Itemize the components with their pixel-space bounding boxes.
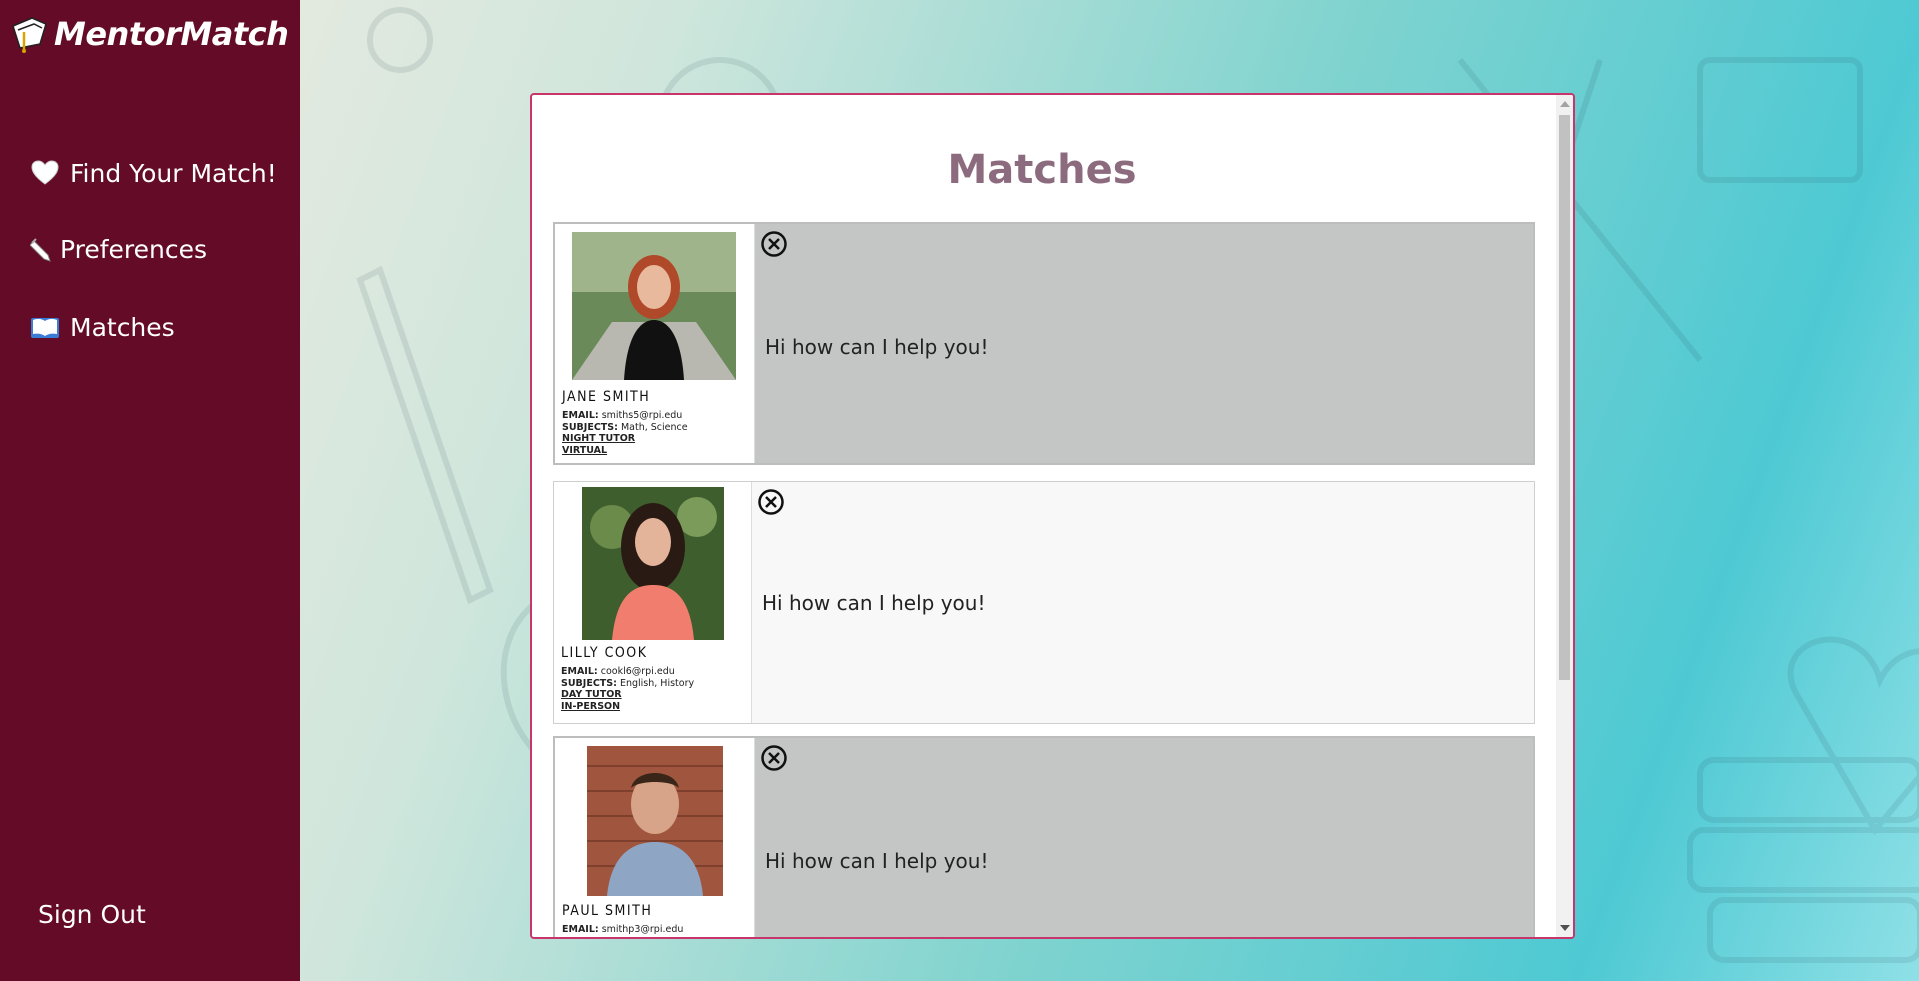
profile-card: PAUL SMITH EMAIL: smithp3@rpi.edu [555,738,755,937]
sign-out-button[interactable]: Sign Out [38,900,146,929]
remove-match-icon[interactable] [760,230,788,258]
profile-card: LILLY COOK EMAIL: cookl6@rpi.edu SUBJECT… [554,482,752,723]
match-message: Hi how can I help you! [762,591,986,615]
tutor-time: DAY TUTOR [561,689,622,700]
email-label: EMAIL: [562,410,599,421]
mentor-name: LILLY COOK [561,645,648,661]
mentor-info: EMAIL: smiths5@rpi.edu SUBJECTS: Math, S… [562,410,688,456]
match-message: Hi how can I help you! [765,335,989,359]
tutor-time: NIGHT TUTOR [562,433,636,444]
app-logo[interactable]: MentorMatch [10,14,289,54]
nav-label-find-your-match: Find Your Match! [70,158,277,188]
profile-photo [587,746,723,896]
page-title: Matches [947,147,1137,193]
matches-panel: Matches JANE SMITH EMAIL: smiths5@rpi.ed… [530,93,1575,939]
scroll-thumb[interactable] [1559,115,1570,680]
mentor-name: PAUL SMITH [562,903,653,919]
tutor-mode: VIRTUAL [562,444,608,456]
pencil-icon [30,237,51,262]
sidebar: MentorMatch Find Your Match! Preferences… [0,0,300,981]
mentor-subjects: Math, Science [620,421,688,433]
app-name: MentorMatch [54,15,289,53]
mentor-email: smithp3@rpi.edu [601,924,684,935]
heart-icon [31,160,59,185]
nav-label-matches: Matches [70,312,175,342]
mentor-name: JANE SMITH [562,389,651,405]
scrollbar[interactable] [1556,95,1573,937]
mentor-subjects: English, History [619,677,695,689]
mentor-email: cookl6@rpi.edu [600,666,675,677]
profile-photo [572,232,736,380]
match-message: Hi how can I help you! [765,849,989,873]
mentor-info: EMAIL: smithp3@rpi.edu [562,924,683,936]
nav-find-your-match[interactable]: Find Your Match! [30,158,277,188]
email-label: EMAIL: [562,924,599,935]
remove-match-icon[interactable] [760,744,788,772]
subjects-label: SUBJECTS: [561,677,617,689]
mentor-info: EMAIL: cookl6@rpi.edu SUBJECTS: English,… [561,666,694,712]
match-card: LILLY COOK EMAIL: cookl6@rpi.edu SUBJECT… [553,481,1535,724]
book-icon [31,318,59,338]
graduation-book-icon [12,17,47,53]
profile-photo [582,487,724,640]
scroll-up-icon[interactable] [1560,101,1570,107]
tutor-mode: IN-PERSON [561,700,621,712]
nav-matches[interactable]: Matches [30,312,175,342]
nav-label-preferences: Preferences [60,235,208,264]
email-label: EMAIL: [561,666,598,677]
match-card: PAUL SMITH EMAIL: smithp3@rpi.edu Hi how… [553,736,1535,937]
nav-preferences[interactable]: Preferences [30,235,207,264]
remove-match-icon[interactable] [757,488,785,516]
subjects-label: SUBJECTS: [562,421,618,433]
mentor-email: smiths5@rpi.edu [601,410,683,421]
scroll-down-icon[interactable] [1560,925,1570,931]
profile-card: JANE SMITH EMAIL: smiths5@rpi.edu SUBJEC… [555,224,755,463]
match-card: JANE SMITH EMAIL: smiths5@rpi.edu SUBJEC… [553,222,1535,465]
